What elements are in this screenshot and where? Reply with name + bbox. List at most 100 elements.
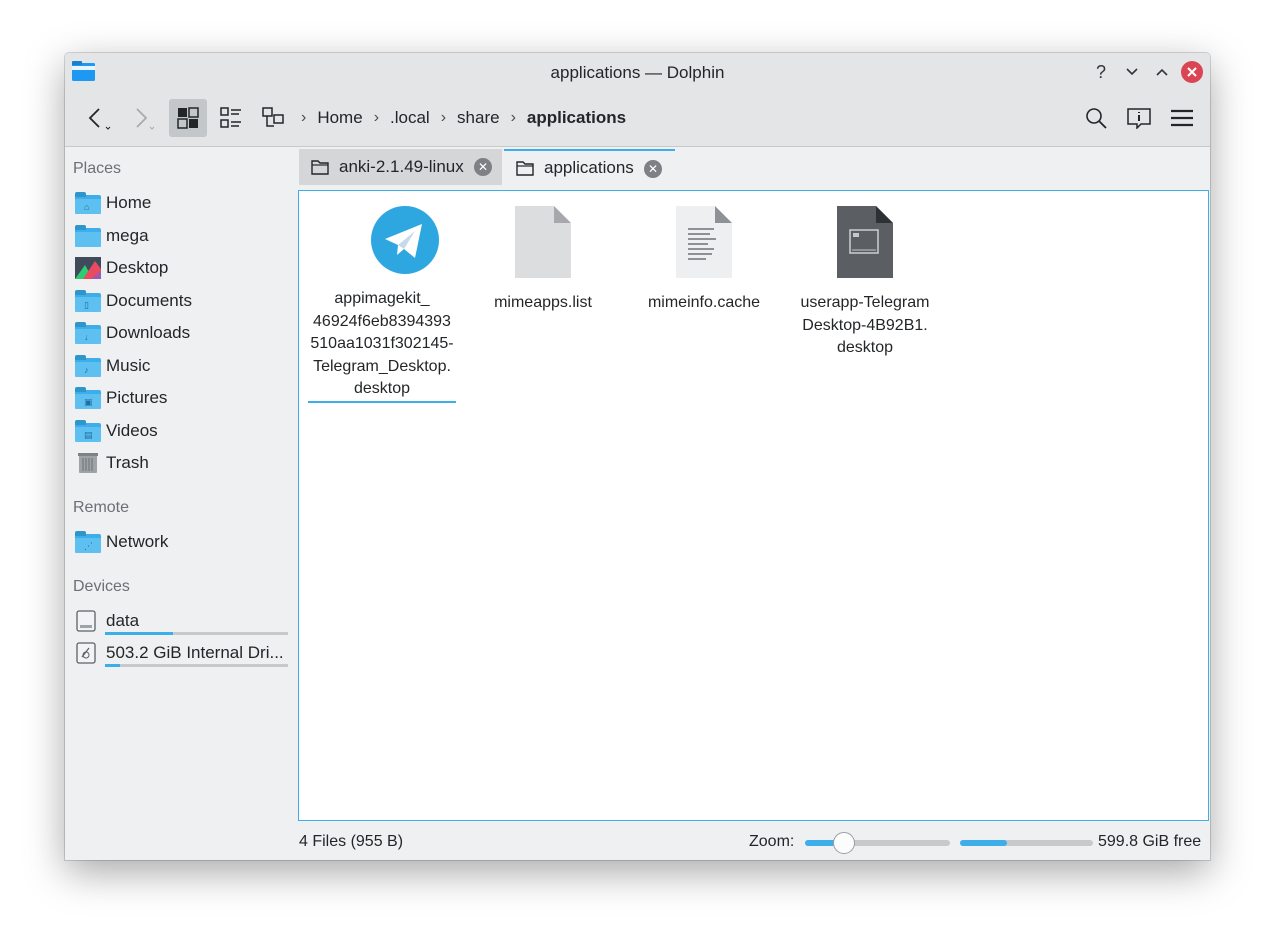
folder-icon [75, 225, 101, 247]
sidebar-item-label: Downloads [106, 323, 191, 342]
close-tab-icon[interactable]: ✕ [644, 160, 662, 178]
file-name: mimeapps.list [494, 294, 592, 311]
sidebar-item-desktop[interactable]: Desktop [75, 254, 168, 282]
information-panel-button[interactable] [1120, 99, 1158, 137]
file-view[interactable]: appimagekit_ 46924f6eb8394393 510aa1031f… [298, 190, 1209, 821]
device-usage-bar [105, 632, 288, 635]
main-toolbar: › Home › .local › share › applications [65, 91, 1210, 147]
zoom-slider-handle[interactable] [833, 832, 856, 854]
hamburger-menu-icon [1171, 109, 1193, 127]
breadcrumb-local[interactable]: .local [390, 108, 430, 128]
search-button[interactable] [1077, 99, 1115, 137]
tab-label: applications [544, 158, 634, 177]
sidebar-item-trash[interactable]: Trash [75, 449, 149, 477]
home-folder-icon: ⌂ [75, 192, 101, 214]
sidebar-item-label: Desktop [106, 258, 169, 277]
back-button[interactable] [77, 99, 115, 137]
sidebar-item-documents[interactable]: ▯ Documents [75, 287, 192, 315]
downloads-folder-icon: ↓ [75, 322, 101, 344]
breadcrumb-share[interactable]: share [457, 108, 500, 128]
free-space-label: 599.8 GiB free [1098, 833, 1202, 850]
breadcrumb-home[interactable]: Home [317, 108, 362, 128]
tab-bar: anki-2.1.49-linux ✕ applications ✕ [297, 149, 1210, 185]
file-item-appimagekit-desktop[interactable]: appimagekit_ 46924f6eb8394393 510aa1031f… [302, 205, 462, 403]
sidebar-item-label: mega [106, 226, 149, 245]
sidebar-item-home[interactable]: ⌂ Home [75, 189, 151, 217]
close-icon [1187, 67, 1197, 77]
minimize-button[interactable] [1121, 61, 1143, 83]
sidebar-item-label: Home [106, 193, 152, 212]
breadcrumb-separator[interactable]: › [441, 109, 446, 127]
sidebar-item-label: Network [106, 532, 169, 551]
info-panel-icon [1127, 108, 1151, 129]
sidebar-item-internal-drive[interactable]: 503.2 GiB Internal Dri... [75, 639, 284, 667]
search-icon [1086, 108, 1107, 129]
compact-view-icon [220, 107, 241, 128]
maximize-button[interactable] [1151, 61, 1173, 83]
forward-button[interactable] [121, 99, 159, 137]
file-name: appimagekit_ 46924f6eb8394393 510aa1031f… [310, 290, 454, 397]
devices-heading: Devices [73, 578, 130, 595]
sidebar-item-label: Music [106, 356, 151, 375]
executable-file-icon [837, 206, 893, 278]
details-view-icon [262, 107, 284, 127]
icons-view-button[interactable] [169, 99, 207, 137]
desktop-icon [75, 257, 101, 279]
internal-drive-icon [75, 642, 101, 664]
sidebar-item-downloads[interactable]: ↓ Downloads [75, 319, 190, 347]
details-view-button[interactable] [254, 99, 292, 137]
chevron-up-icon [1156, 68, 1168, 76]
places-heading: Places [73, 160, 122, 177]
sidebar-item-label: Trash [106, 453, 149, 472]
hamburger-menu-button[interactable] [1163, 99, 1201, 137]
pictures-folder-icon: ▣ [75, 387, 101, 409]
file-item-userapp-telegram-desktop[interactable]: userapp-Telegram Desktop-4B92B1. desktop [785, 205, 945, 360]
trash-icon [75, 452, 101, 474]
breadcrumb-arrow[interactable]: › [301, 109, 306, 127]
zoom-label: Zoom: [749, 833, 795, 850]
file-item-mimeinfo-cache[interactable]: mimeinfo.cache [624, 205, 784, 315]
compact-view-button[interactable] [212, 99, 250, 137]
close-button[interactable] [1181, 61, 1203, 83]
tab-applications[interactable]: applications ✕ [504, 149, 675, 185]
chevron-down-icon [1126, 68, 1138, 76]
folder-icon [311, 160, 329, 175]
dolphin-window: applications — Dolphin ? › Home › .local… [65, 53, 1210, 860]
help-button[interactable]: ? [1090, 61, 1112, 83]
breadcrumb-separator[interactable]: › [511, 109, 516, 127]
breadcrumb-applications[interactable]: applications [527, 108, 626, 128]
folder-icon [516, 161, 534, 176]
places-panel: Places ⌂ Home mega Desktop ▯ Documents ↓… [65, 148, 297, 860]
sidebar-item-videos[interactable]: ▤ Videos [75, 417, 158, 445]
disk-space-bar[interactable] [960, 840, 1093, 846]
title-bar[interactable]: applications — Dolphin ? [65, 53, 1210, 91]
zoom-slider[interactable] [805, 832, 950, 854]
icons-view-icon [177, 107, 199, 129]
tab-label: anki-2.1.49-linux [339, 157, 464, 176]
blank-file-icon [515, 206, 571, 278]
breadcrumb: › Home › .local › share › applications [301, 108, 626, 128]
close-tab-icon[interactable]: ✕ [474, 158, 492, 176]
sidebar-item-label: Videos [106, 421, 158, 440]
file-count-summary: 4 Files (955 B) [299, 833, 404, 850]
file-item-mimeapps-list[interactable]: mimeapps.list [463, 205, 623, 315]
sidebar-item-label: Pictures [106, 388, 168, 407]
network-folder-icon: ⋰ [75, 531, 101, 553]
device-usage-bar [105, 664, 288, 667]
hard-drive-icon [75, 610, 101, 632]
breadcrumb-separator[interactable]: › [374, 109, 379, 127]
sidebar-item-label: data [106, 611, 140, 630]
sidebar-item-pictures[interactable]: ▣ Pictures [75, 384, 167, 412]
back-arrow-icon [88, 108, 111, 130]
sidebar-item-label: 503.2 GiB Internal Dri... [106, 643, 284, 662]
device-usage-fill [105, 664, 120, 667]
device-usage-fill [105, 632, 173, 635]
disk-space-fill [960, 840, 1007, 846]
sidebar-item-mega[interactable]: mega [75, 222, 149, 250]
status-bar: 4 Files (955 B) Zoom: 599.8 GiB free [297, 825, 1210, 859]
sidebar-item-network[interactable]: ⋰ Network [75, 528, 168, 556]
sidebar-item-data-drive[interactable]: data [75, 607, 139, 635]
tab-anki[interactable]: anki-2.1.49-linux ✕ [299, 149, 502, 185]
sidebar-item-music[interactable]: ♪ Music [75, 352, 150, 380]
file-name: mimeinfo.cache [647, 294, 761, 311]
